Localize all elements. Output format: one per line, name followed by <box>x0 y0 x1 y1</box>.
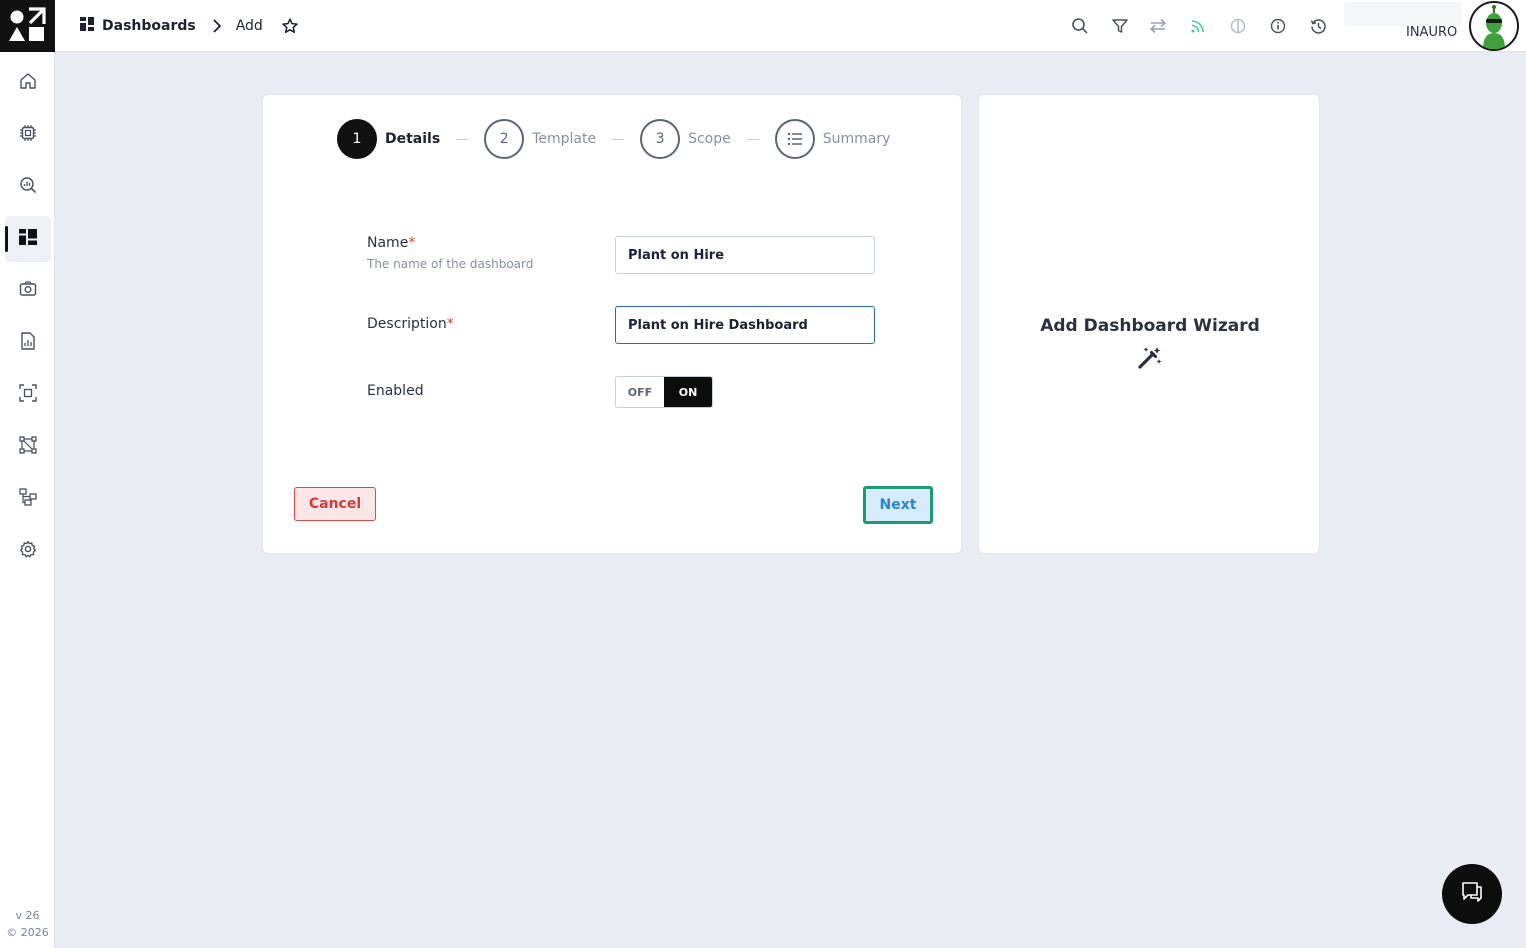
top-bar: Dashboards Add INAURO <box>0 0 1526 52</box>
next-button[interactable]: Next <box>863 486 933 524</box>
description-label: Description* <box>367 316 454 332</box>
filter-icon[interactable] <box>1109 15 1131 37</box>
version-label: v 26 <box>15 909 40 922</box>
description-label-text: Description <box>367 316 447 332</box>
home-icon <box>19 72 37 94</box>
name-input[interactable] <box>615 236 875 274</box>
list-icon <box>774 119 815 159</box>
step-divider <box>746 138 759 140</box>
step-summary[interactable]: Summary <box>774 119 891 159</box>
name-label: Name* <box>367 235 415 251</box>
scope-icon <box>19 384 37 406</box>
chevron-right-icon <box>212 19 222 33</box>
info-icon[interactable] <box>1267 15 1289 37</box>
sidebar-item-home[interactable] <box>5 60 51 106</box>
hierarchy-icon <box>19 488 37 510</box>
search-icon[interactable] <box>1069 15 1091 37</box>
app-logo[interactable] <box>0 0 55 52</box>
sidebar-item-hierarchy[interactable] <box>5 476 51 522</box>
breadcrumb: Dashboards Add <box>80 0 299 52</box>
toggle-on[interactable]: ON <box>664 377 712 407</box>
step-details[interactable]: 1 Details <box>337 119 440 159</box>
dashboards-icon <box>19 229 37 249</box>
step-1-number: 1 <box>337 119 377 159</box>
step-scope[interactable]: 3 Scope <box>640 119 731 159</box>
step-2-label: Template <box>532 131 597 147</box>
star-icon[interactable] <box>281 17 299 35</box>
topbar-placeholder <box>1344 2 1462 26</box>
wizard-form-card: 1 Details 2 Template 3 Scope Summary Nam… <box>262 94 962 554</box>
sidebar-item-explore[interactable] <box>5 164 51 210</box>
feed-icon[interactable] <box>1187 15 1209 37</box>
device-icon <box>19 124 37 146</box>
sidebar-item-devices[interactable] <box>5 112 51 158</box>
user-name[interactable]: INAURO <box>1406 25 1457 40</box>
toggle-off[interactable]: OFF <box>616 377 664 407</box>
copyright-label: © 2026 <box>6 926 49 939</box>
name-label-text: Name <box>367 235 409 251</box>
sidebar-item-camera[interactable] <box>5 268 51 314</box>
required-mark: * <box>446 316 454 332</box>
sidebar-item-scope[interactable] <box>5 372 51 418</box>
step-template[interactable]: 2 Template <box>484 119 596 159</box>
magic-wand-icon <box>1137 345 1163 371</box>
step-1-label: Details <box>385 131 441 147</box>
breadcrumb-dashboards[interactable]: Dashboards <box>80 17 196 35</box>
step-divider <box>456 138 469 140</box>
chat-icon <box>1460 881 1484 907</box>
diagram-icon <box>19 436 37 458</box>
wizard-info-card: Add Dashboard Wizard <box>978 94 1320 554</box>
sidebar-item-dashboards[interactable] <box>5 216 51 262</box>
swap-icon[interactable] <box>1147 15 1169 37</box>
theme-icon[interactable] <box>1227 15 1249 37</box>
dashboards-icon <box>80 17 94 35</box>
enabled-label: Enabled <box>367 383 424 399</box>
step-2-number: 2 <box>484 119 525 159</box>
sidebar: v 26 © 2026 <box>0 52 55 948</box>
step-3-label: Scope <box>688 131 731 147</box>
sidebar-item-settings[interactable] <box>5 528 51 574</box>
chat-button[interactable] <box>1442 864 1502 924</box>
breadcrumb-current: Add <box>235 18 263 34</box>
description-input[interactable] <box>615 306 875 344</box>
name-hint: The name of the dashboard <box>367 257 534 271</box>
sidebar-item-reports[interactable] <box>5 320 51 366</box>
settings-icon <box>19 540 37 562</box>
explore-icon <box>19 176 37 198</box>
wizard-steps: 1 Details 2 Template 3 Scope Summary <box>337 119 890 159</box>
wizard-title: Add Dashboard Wizard <box>1040 316 1260 336</box>
camera-icon <box>19 280 37 302</box>
step-3-number: 3 <box>640 119 681 159</box>
version-info: v 26 © 2026 <box>0 907 55 941</box>
step-4-label: Summary <box>822 131 891 147</box>
required-mark: * <box>408 235 416 251</box>
step-divider <box>612 138 625 140</box>
history-icon[interactable] <box>1307 15 1329 37</box>
cancel-button[interactable]: Cancel <box>294 487 376 521</box>
sidebar-item-diagram[interactable] <box>5 424 51 470</box>
avatar[interactable] <box>1469 1 1519 51</box>
enabled-toggle[interactable]: OFF ON <box>615 376 713 408</box>
report-icon <box>20 332 36 354</box>
breadcrumb-root-label: Dashboards <box>102 18 196 34</box>
